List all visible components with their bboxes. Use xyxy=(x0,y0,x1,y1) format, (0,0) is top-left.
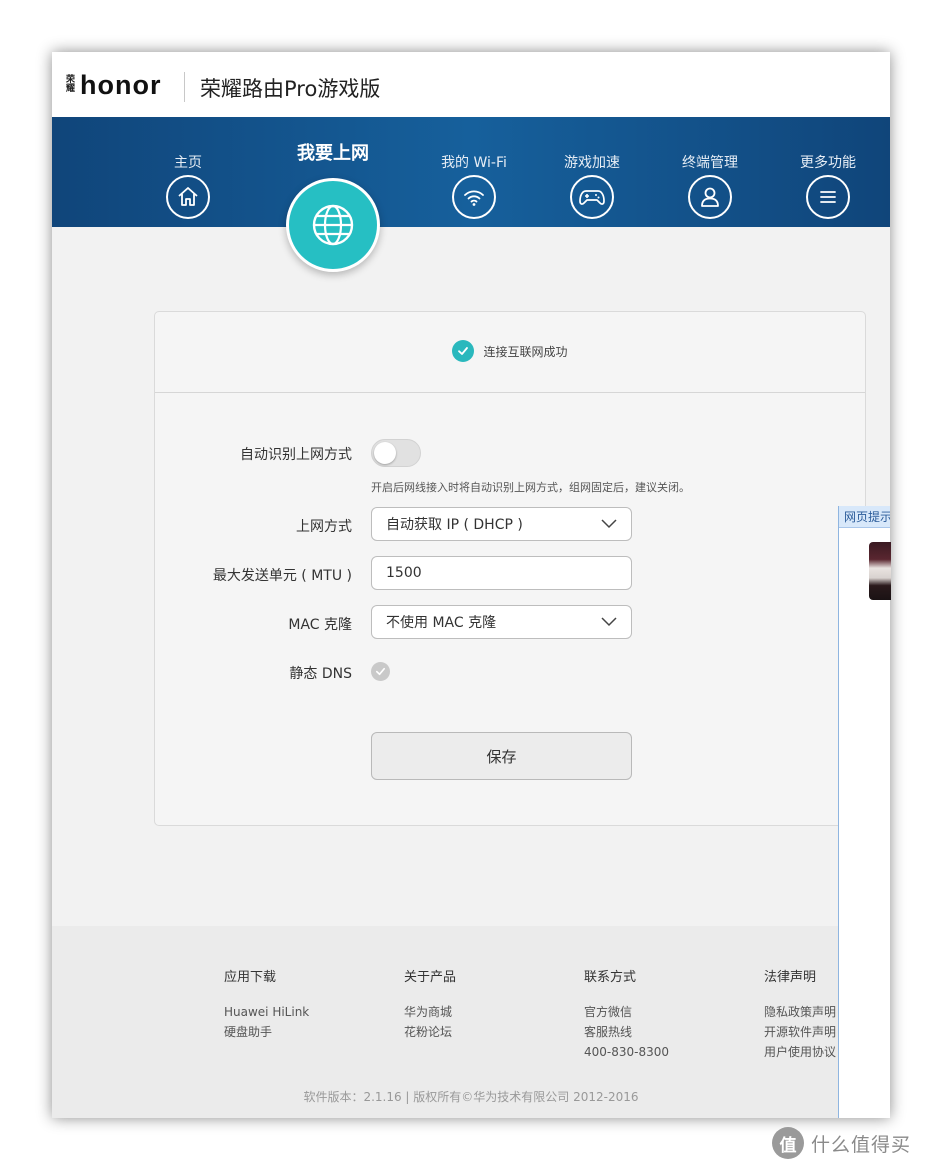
watermark-text: 什么值得买 xyxy=(811,1133,912,1156)
footer: 应用下载 Huawei HiLink 硬盘助手 关于产品 华为商城 花粉论坛 联… xyxy=(52,926,890,1118)
logo-brand-text: honor xyxy=(80,69,162,100)
footer-link[interactable]: 花粉论坛 xyxy=(404,1022,456,1042)
wan-mode-label: 上网方式 xyxy=(296,519,352,535)
user-icon xyxy=(688,175,732,219)
nav-item-internet[interactable]: 我要上网 xyxy=(278,117,388,337)
popup-title: 网页提示 xyxy=(839,506,890,528)
footer-link[interactable]: 华为商城 xyxy=(404,1002,456,1022)
copyright: 软件版本：2.1.16 | 版权所有©华为技术有限公司 2012-2016 xyxy=(303,1090,639,1104)
mtu-input[interactable]: 1500 xyxy=(371,556,632,590)
auto-detect-hint: 开启后网线接入时将自动识别上网方式，组网固定后，建议关闭。 xyxy=(371,481,690,494)
main-nav: 主页 我的 Wi-Fi 游戏加速 终端管理 更多功能 xyxy=(52,117,890,227)
auto-detect-label: 自动识别上网方式 xyxy=(240,447,352,463)
mac-clone-label: MAC 克隆 xyxy=(288,617,352,633)
mtu-label: 最大发送单元 ( MTU ) xyxy=(212,568,352,584)
internet-settings-card: 连接互联网成功 自动识别上网方式 开启后网线接入时将自动识别上网方式，组网固定后… xyxy=(154,311,866,826)
watermark-logo-icon: 值 xyxy=(772,1127,804,1159)
footer-link[interactable]: 隐私政策声明 xyxy=(764,1002,836,1022)
nav-label-active: 我要上网 xyxy=(297,143,369,164)
nav-item-game-boost[interactable]: 游戏加速 xyxy=(542,117,642,227)
nav-item-more[interactable]: 更多功能 xyxy=(778,117,878,227)
header-divider xyxy=(184,72,185,102)
mtu-value: 1500 xyxy=(386,565,422,581)
wan-mode-value: 自动获取 IP ( DHCP ) xyxy=(386,517,523,533)
static-dns-label: 静态 DNS xyxy=(289,666,352,682)
footer-link[interactable]: 客服热线 xyxy=(584,1022,669,1042)
footer-link[interactable]: 开源软件声明 xyxy=(764,1022,836,1042)
product-title: 荣耀路由Pro游戏版 xyxy=(200,77,381,101)
footer-col-title: 应用下载 xyxy=(224,970,277,985)
chevron-down-icon xyxy=(601,519,617,529)
watermark: 值 什么值得买 xyxy=(772,1127,911,1159)
nav-label: 游戏加速 xyxy=(564,155,620,171)
nav-label: 我的 Wi-Fi xyxy=(441,155,507,171)
wan-mode-select[interactable]: 自动获取 IP ( DHCP ) xyxy=(371,507,632,541)
top-bar: 荣耀 honor 荣耀路由Pro游戏版 xyxy=(52,52,890,117)
footer-col-title: 关于产品 xyxy=(404,970,457,985)
mac-clone-select[interactable]: 不使用 MAC 克隆 xyxy=(371,605,632,639)
footer-link[interactable]: 用户使用协议 xyxy=(764,1042,836,1062)
check-icon xyxy=(376,667,385,676)
nav-item-home[interactable]: 主页 xyxy=(138,117,238,227)
router-admin-window: 荣耀 honor 荣耀路由Pro游戏版 主页 我的 Wi-Fi 游戏加速 终端管… xyxy=(52,52,890,1118)
footer-link[interactable]: 硬盘助手 xyxy=(224,1022,309,1042)
mac-clone-value: 不使用 MAC 克隆 xyxy=(386,615,497,631)
nav-label: 主页 xyxy=(174,155,202,171)
footer-col-contact: 联系方式 官方微信 客服热线 400-830-8300 xyxy=(584,966,669,1062)
footer-hotline-number: 400-830-8300 xyxy=(584,1045,670,1059)
footer-col-legal: 法律声明 隐私政策声明 开源软件声明 用户使用协议 xyxy=(764,966,836,1062)
toggle-knob xyxy=(374,442,396,464)
honor-logo[interactable]: 荣耀 honor xyxy=(66,70,161,100)
save-button[interactable]: 保存 xyxy=(371,732,632,780)
globe-icon xyxy=(286,178,380,272)
nav-label: 更多功能 xyxy=(800,155,856,171)
home-icon xyxy=(166,175,210,219)
footer-link[interactable]: Huawei HiLink xyxy=(224,1002,309,1022)
menu-icon xyxy=(806,175,850,219)
footer-col-title: 法律声明 xyxy=(764,970,817,985)
check-icon xyxy=(452,340,475,362)
static-dns-checkbox[interactable] xyxy=(371,662,390,681)
chevron-down-icon xyxy=(601,617,617,627)
connection-status: 连接互联网成功 xyxy=(155,340,865,362)
nav-label: 终端管理 xyxy=(682,155,738,171)
logo-brand-cn: 荣耀 xyxy=(66,75,76,94)
gamepad-icon xyxy=(570,175,614,219)
nav-item-devices[interactable]: 终端管理 xyxy=(660,117,760,227)
card-divider xyxy=(155,392,865,393)
footer-col-about: 关于产品 华为商城 花粉论坛 xyxy=(404,966,456,1042)
nav-item-wifi[interactable]: 我的 Wi-Fi xyxy=(424,117,524,227)
auto-detect-toggle[interactable] xyxy=(371,439,421,467)
popup-product-image[interactable] xyxy=(869,542,891,600)
status-text: 连接互联网成功 xyxy=(483,344,568,359)
wifi-icon xyxy=(452,175,496,219)
footer-col-download: 应用下载 Huawei HiLink 硬盘助手 xyxy=(224,966,309,1042)
webpage-popup[interactable]: 网页提示 xyxy=(838,506,891,1118)
footer-col-title: 联系方式 xyxy=(584,970,637,985)
footer-link[interactable]: 官方微信 xyxy=(584,1002,669,1022)
